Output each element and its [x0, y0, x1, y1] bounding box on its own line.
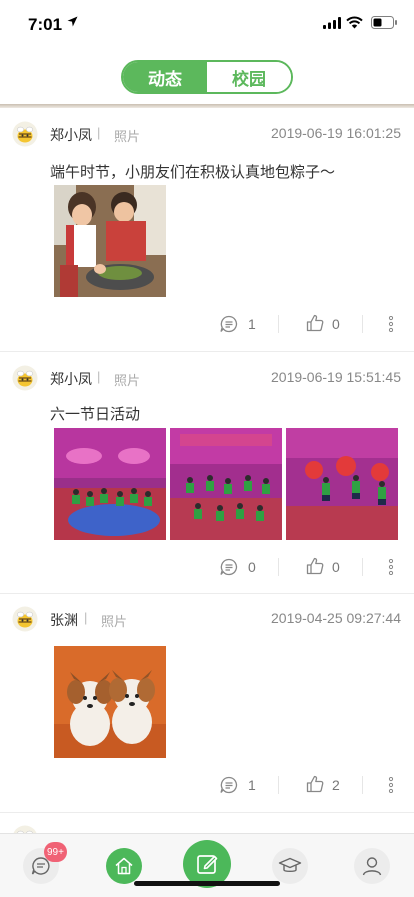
divider: |	[97, 369, 101, 384]
avatar-bee-icon[interactable]	[12, 606, 38, 632]
like-thumb-icon[interactable]	[306, 775, 324, 793]
house-icon	[115, 857, 133, 875]
tab-school[interactable]	[272, 848, 308, 884]
author-name[interactable]: 张渊	[50, 610, 78, 630]
post-photo[interactable]	[170, 428, 282, 540]
post-card: 郑小凤 | 照片 2019-06-19 16:01:25 端午时节，小朋友们在积…	[0, 108, 414, 352]
graduation-cap-icon	[278, 857, 302, 873]
like-count: 0	[332, 316, 340, 332]
comment-icon[interactable]	[220, 315, 238, 333]
status-bar: 7:01	[0, 0, 414, 48]
post-card: 张渊 | 照片 2019-04-25 09:27:44 1 2	[0, 594, 414, 813]
post-timestamp: 2019-06-19 16:01:25	[271, 125, 401, 141]
post-photo[interactable]	[286, 428, 398, 540]
comment-icon[interactable]	[220, 558, 238, 576]
cellular-signal-icon	[323, 17, 341, 29]
home-indicator	[134, 881, 280, 886]
more-options-icon[interactable]	[388, 316, 394, 332]
more-options-icon[interactable]	[388, 777, 394, 793]
tab-profile[interactable]	[354, 848, 390, 884]
post-photo[interactable]	[54, 428, 166, 540]
avatar-bee-icon[interactable]	[12, 365, 38, 391]
tab-campus[interactable]: 校园	[207, 62, 291, 92]
action-divider	[278, 776, 279, 794]
action-divider	[278, 315, 279, 333]
action-divider	[278, 558, 279, 576]
author-name[interactable]: 郑小凤	[50, 369, 92, 389]
comment-count: 1	[248, 316, 256, 332]
post-timestamp: 2019-06-19 15:51:45	[271, 369, 401, 385]
wifi-icon	[346, 16, 363, 29]
comment-count: 0	[248, 559, 256, 575]
post-photo[interactable]	[54, 185, 166, 297]
action-divider	[362, 315, 363, 333]
post-category: 照片	[114, 129, 141, 144]
post-feed: 郑小凤 | 照片 2019-06-19 16:01:25 端午时节，小朋友们在积…	[0, 108, 414, 853]
action-divider	[362, 776, 363, 794]
battery-icon	[371, 16, 397, 29]
post-category: 照片	[101, 614, 128, 629]
comment-icon[interactable]	[220, 776, 238, 794]
action-divider	[362, 558, 363, 576]
tab-dynamic[interactable]: 动态	[123, 62, 207, 92]
like-thumb-icon[interactable]	[306, 557, 324, 575]
feed-segment-control: 动态 校园	[121, 60, 293, 94]
post-photo[interactable]	[54, 646, 166, 758]
divider: |	[97, 125, 101, 140]
more-options-icon[interactable]	[388, 559, 394, 575]
post-card: 郑小凤 | 照片 2019-06-19 15:51:45 六一节日活动 0 0	[0, 352, 414, 594]
user-profile-icon	[362, 857, 382, 876]
status-time: 7:01	[28, 15, 63, 34]
compose-edit-icon	[197, 855, 218, 874]
post-text: 六一节日活动	[50, 406, 141, 423]
like-count: 0	[332, 559, 340, 575]
author-name[interactable]: 郑小凤	[50, 125, 92, 145]
tab-home[interactable]	[106, 848, 142, 884]
like-thumb-icon[interactable]	[306, 314, 324, 332]
comment-count: 1	[248, 777, 256, 793]
location-arrow-icon	[67, 16, 78, 27]
avatar-bee-icon[interactable]	[12, 121, 38, 147]
divider: |	[84, 610, 88, 625]
like-count: 2	[332, 777, 340, 793]
post-category: 照片	[114, 373, 141, 388]
unread-badge: 99+	[44, 842, 67, 862]
post-text: 端午时节，小朋友们在积极认真地包粽子～	[50, 164, 336, 181]
post-timestamp: 2019-04-25 09:27:44	[271, 610, 401, 626]
